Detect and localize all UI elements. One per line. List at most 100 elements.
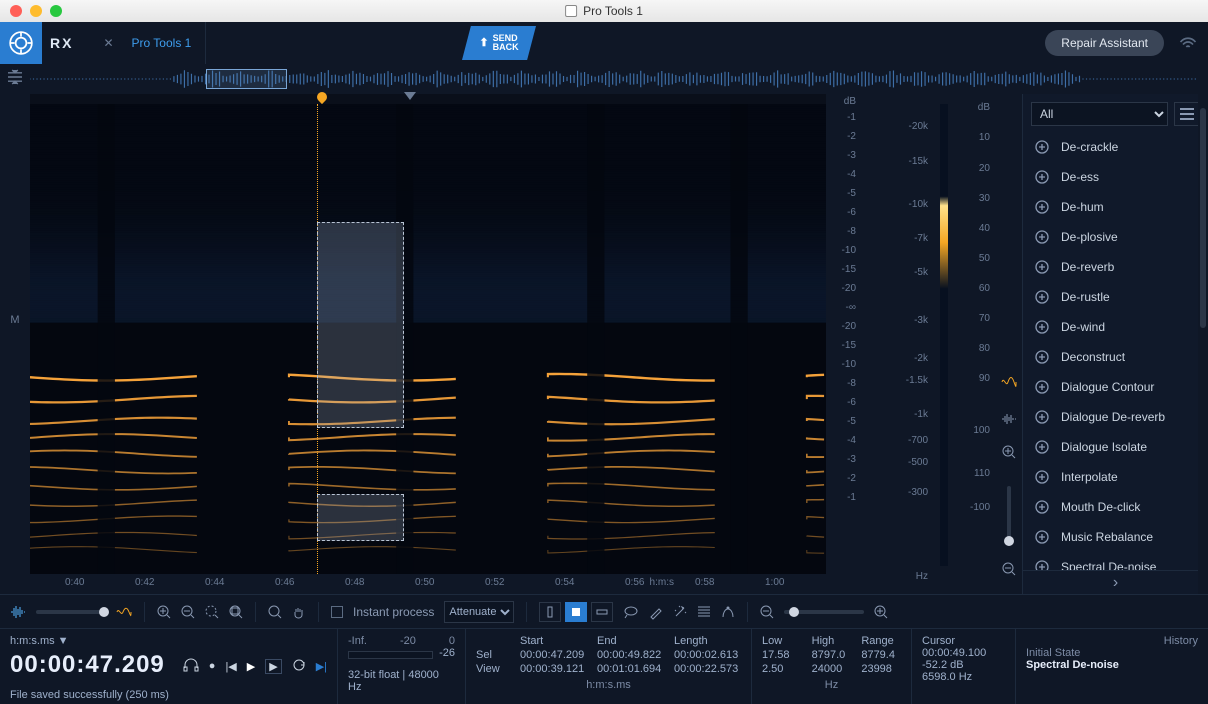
meter-tick: 50 [979,253,990,264]
zoom-fit-icon[interactable] [229,605,243,619]
output-meter: dB102030405060708090100110-100 [934,94,996,594]
db-tick: -5 [847,188,856,199]
zoom-in-vert-icon[interactable] [1002,445,1016,464]
selection-box-2[interactable] [317,494,405,541]
freq-tick: -5k [914,267,928,278]
module-item[interactable]: De-plosive [1023,222,1208,252]
zoom-out-icon[interactable] [181,605,195,619]
time-tick: 0:40 [65,577,84,588]
panel-expand-icon[interactable]: › [1023,570,1208,594]
overview-selection[interactable] [206,69,288,89]
spectrogram-display[interactable] [30,104,826,574]
zoom-window-button[interactable] [50,5,62,17]
play-icon[interactable]: ▶ [247,660,255,673]
module-filter-select[interactable]: All [1031,102,1168,126]
meter-tick: 30 [979,193,990,204]
opacity-slider[interactable] [36,610,106,614]
module-item[interactable]: De-rustle [1023,282,1208,312]
find-similar-icon[interactable] [721,605,735,619]
module-item[interactable]: Dialogue De-reverb [1023,402,1208,432]
process-mode-select[interactable]: Attenuate [444,601,514,623]
zoom-tool-icon[interactable] [268,605,282,619]
history-item[interactable]: Initial State [1026,647,1198,659]
zoom-selection-icon[interactable] [205,605,219,619]
overview-waveform[interactable] [30,69,1200,89]
headphone-icon[interactable] [183,658,199,675]
db-tick: -3 [847,454,856,465]
time-select-tool[interactable] [539,602,561,622]
module-item[interactable]: Mouth De-click [1023,492,1208,522]
db-tick: -15 [842,264,856,275]
grab-tool-icon[interactable] [292,605,306,619]
minimize-window-button[interactable] [30,5,42,17]
freq-select-tool[interactable] [591,602,613,622]
streaming-icon[interactable] [1178,32,1198,57]
level-meter [348,651,433,659]
time-tick: 0:58 [695,577,714,588]
lasso-tool-icon[interactable] [623,605,639,619]
rect-select-tool[interactable] [565,602,587,622]
freq-tick: -300 [908,487,928,498]
overview-collapse-icon[interactable] [8,70,22,89]
meter-tick: 70 [979,313,990,324]
view-end[interactable]: 00:01:01.694 [597,663,664,675]
close-tab-icon[interactable]: ✕ [103,36,113,50]
module-item[interactable]: De-ess [1023,162,1208,192]
db-tick: -8 [847,226,856,237]
horizontal-zoom-slider[interactable] [784,610,864,614]
record-icon[interactable]: ● [209,660,216,672]
view-start[interactable]: 00:00:39.121 [520,663,587,675]
module-list-view-icon[interactable] [1174,102,1200,126]
module-item[interactable]: De-crackle [1023,132,1208,162]
module-item[interactable]: Interpolate [1023,462,1208,492]
sel-end[interactable]: 00:00:49.822 [597,649,664,661]
cursor-db: -52.2 dB [922,659,1005,671]
module-item[interactable]: Spectral De-noise [1023,552,1208,570]
module-item[interactable]: Deconstruct [1023,342,1208,372]
range-marker[interactable] [404,92,416,100]
selection-box-1[interactable] [317,222,405,429]
module-item[interactable]: De-reverb [1023,252,1208,282]
module-item[interactable]: De-wind [1023,312,1208,342]
db-tick: -15 [842,340,856,351]
loop-icon[interactable] [292,658,306,675]
zoom-in-h-icon[interactable] [874,605,888,619]
history-item[interactable]: Spectral De-noise [1026,659,1198,671]
time-ruler[interactable]: h:m:s 0:400:420:440:460:480:500:520:540:… [30,574,826,594]
brush-tool-icon[interactable] [649,605,663,619]
vertical-zoom-slider[interactable] [1007,486,1011,546]
module-icon [1033,438,1051,456]
sel-length[interactable]: 00:00:02.613 [674,649,741,661]
play-selection-icon[interactable]: ▶ [265,659,281,674]
return-icon[interactable]: ▶| [316,660,327,673]
spectral-mode-icon[interactable] [1001,374,1017,395]
rewind-icon[interactable]: |◀ [225,660,236,673]
wand-tool-icon[interactable] [673,605,687,619]
module-item[interactable]: Music Rebalance [1023,522,1208,552]
frequency-ruler: Hz -20k-15k-10k-7k-5k-3k-2k-1.5k-1k-700-… [862,94,934,594]
close-window-button[interactable] [10,5,22,17]
module-item[interactable]: Dialogue Isolate [1023,432,1208,462]
waveform-opacity-icon[interactable] [10,605,26,619]
instant-process-checkbox[interactable] [331,606,343,618]
db-tick: -2 [847,131,856,142]
zoom-out-h-icon[interactable] [760,605,774,619]
view-length[interactable]: 00:00:22.573 [674,663,741,675]
module-item[interactable]: Dialogue Contour [1023,372,1208,402]
module-item[interactable]: De-hum [1023,192,1208,222]
zoom-in-icon[interactable] [157,605,171,619]
meter-tick: 100 [973,425,990,436]
modules-scrollbar[interactable] [1198,78,1208,594]
sel-start[interactable]: 00:00:47.209 [520,649,587,661]
zoom-out-vert-icon[interactable] [1002,562,1016,581]
module-label: Interpolate [1061,470,1118,484]
time-format-label[interactable]: h:m:s.ms ▼ [10,635,327,647]
waveform-mode-icon[interactable] [1001,411,1017,429]
send-back-button[interactable]: ⬆ SEND BACK [462,26,536,60]
repair-assistant-button[interactable]: Repair Assistant [1045,30,1164,56]
spectro-opacity-icon[interactable] [116,605,132,619]
harmonic-select-icon[interactable] [697,605,711,619]
module-icon [1033,468,1051,486]
document-tab[interactable]: ✕ Pro Tools 1 [89,22,206,64]
meter-tick: 80 [979,343,990,354]
